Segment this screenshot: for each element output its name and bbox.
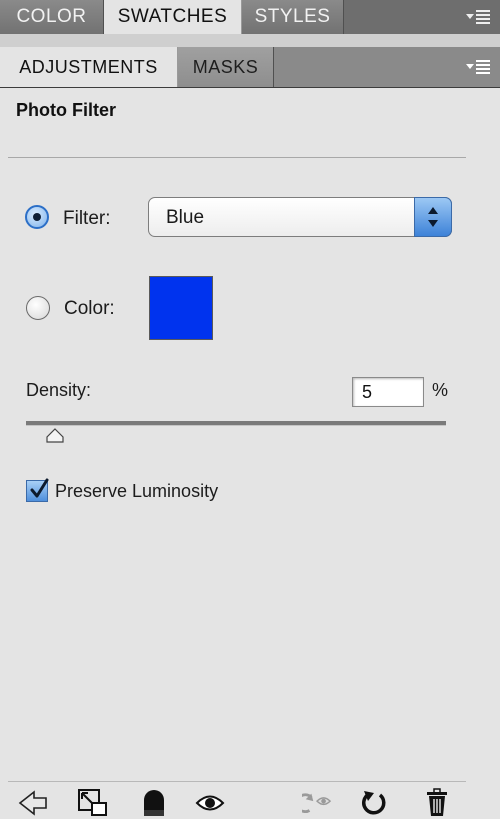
- reset-icon[interactable]: [360, 788, 390, 818]
- panel-title: Photo Filter: [16, 100, 116, 120]
- filter-select[interactable]: Blue: [148, 197, 452, 237]
- title-divider: [8, 157, 466, 158]
- tab-masks[interactable]: MASKS: [178, 47, 274, 87]
- footer-divider: [8, 781, 466, 782]
- panel-menu-icon[interactable]: [466, 8, 492, 26]
- expand-view-icon[interactable]: [78, 788, 108, 818]
- color-label: Color:: [64, 298, 115, 319]
- density-slider-track[interactable]: [26, 421, 446, 426]
- filter-label: Filter:: [63, 208, 111, 229]
- density-unit: %: [432, 380, 449, 400]
- density-label: Density:: [26, 380, 92, 400]
- second-tab-bar: ADJUSTMENTS MASKS: [0, 47, 500, 88]
- adjustments-menu-icon[interactable]: [466, 58, 492, 76]
- tab-swatches[interactable]: SWATCHES: [104, 0, 242, 34]
- select-stepper-icon: [414, 197, 452, 237]
- top-tab-bar: COLOR SWATCHES STYLES: [0, 0, 500, 35]
- density-input[interactable]: 5: [352, 377, 424, 407]
- visibility-eye-icon[interactable]: [195, 788, 225, 818]
- preserve-luminosity-checkbox[interactable]: [26, 478, 49, 502]
- density-slider-thumb[interactable]: [45, 428, 65, 444]
- tab-adjustments[interactable]: ADJUSTMENTS: [0, 47, 178, 87]
- panel-divider[interactable]: [0, 34, 500, 48]
- clip-to-layer-icon[interactable]: [139, 788, 169, 818]
- back-arrow-icon[interactable]: [18, 788, 48, 818]
- tab-color[interactable]: COLOR: [0, 0, 104, 34]
- filter-select-value: Blue: [166, 207, 205, 228]
- trash-icon[interactable]: [422, 788, 452, 818]
- checkmark-icon: [30, 478, 49, 498]
- tab-styles[interactable]: STYLES: [242, 0, 344, 34]
- filter-radio[interactable]: [25, 205, 49, 229]
- color-radio[interactable]: [26, 296, 50, 320]
- color-swatch[interactable]: [149, 276, 213, 340]
- view-previous-state-icon[interactable]: [302, 788, 332, 818]
- preserve-luminosity-label: Preserve Luminosity: [55, 481, 219, 501]
